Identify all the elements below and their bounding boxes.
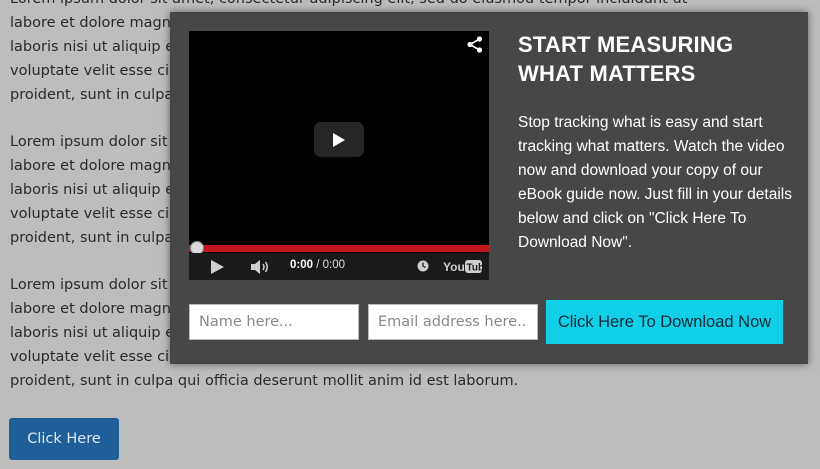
click-here-button[interactable]: Click Here — [9, 418, 119, 460]
time-display: 0:00 / 0:00 — [290, 259, 345, 271]
modal-headline: START MEASURING WHAT MATTERS — [518, 32, 734, 86]
download-button[interactable]: Click Here To Download Now — [546, 300, 783, 344]
youtube-logo[interactable]: You Tube — [443, 259, 483, 274]
name-field[interactable] — [189, 304, 359, 340]
video-controls: 0:00 / 0:00 You Tube — [189, 253, 489, 280]
article-line: Lorem ipsum dolor sit amet, consectetur … — [10, 0, 810, 11]
optin-modal: 0:00 / 0:00 You Tube START MEASURING WHA… — [170, 12, 808, 364]
clock-icon[interactable] — [417, 260, 429, 272]
play-icon — [333, 132, 345, 147]
modal-description: Stop tracking what is easy and start tra… — [518, 114, 792, 251]
current-time: 0:00 — [290, 259, 314, 271]
video-player[interactable]: 0:00 / 0:00 You Tube — [189, 31, 489, 280]
share-icon[interactable] — [467, 36, 483, 53]
svg-text:Tube: Tube — [467, 263, 484, 274]
duration: 0:00 — [322, 259, 346, 271]
volume-icon[interactable] — [251, 260, 271, 274]
play-icon[interactable] — [211, 260, 224, 274]
progress-bar[interactable] — [189, 245, 489, 252]
time-separator: / — [313, 259, 323, 271]
big-play-button[interactable] — [314, 122, 364, 157]
svg-text:You: You — [443, 260, 465, 274]
article-line: proident, sunt in culpa qui officia dese… — [10, 373, 519, 389]
email-field[interactable] — [368, 304, 538, 340]
